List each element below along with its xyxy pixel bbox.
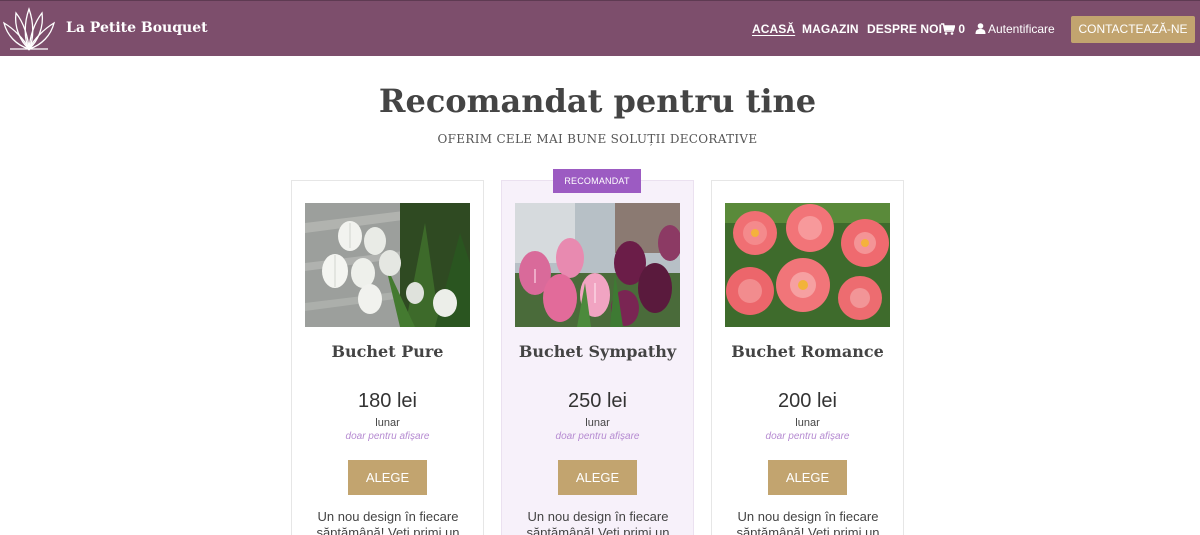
product-description: Un nou design în fiecare săptămână! Veți… xyxy=(316,509,460,535)
price-period: lunar xyxy=(375,417,400,429)
product-title: Buchet Pure xyxy=(331,342,444,361)
product-image-pink-tulips xyxy=(515,203,680,327)
choose-button[interactable]: ALEGE xyxy=(768,460,847,495)
product-price: 180 lei xyxy=(358,390,417,412)
product-card-romance: Buchet Romance 200 lei lunar doar pentru… xyxy=(711,180,904,535)
nav-link-home[interactable]: ACASĂ xyxy=(752,22,795,36)
nav-link-about[interactable]: DESPRE NOI xyxy=(867,22,942,36)
user-icon xyxy=(975,23,986,34)
display-only-note: doar pentru afișare xyxy=(555,431,640,442)
product-card-sympathy: Buchet Sympathy 250 lei lunar doar pentr… xyxy=(501,180,694,535)
product-description: Un nou design în fiecare săptămână! Veți… xyxy=(736,509,880,535)
brand-name[interactable]: La Petite Bouquet xyxy=(66,20,208,36)
product-price: 200 lei xyxy=(778,390,837,412)
contact-button[interactable]: CONTACTEAZĂ-NE xyxy=(1071,16,1195,43)
product-image-coral-peonies xyxy=(725,203,890,327)
choose-button[interactable]: ALEGE xyxy=(348,460,427,495)
display-only-note: doar pentru afișare xyxy=(345,431,430,442)
product-title: Buchet Romance xyxy=(731,342,884,361)
price-period: lunar xyxy=(585,417,610,429)
lotus-flower-icon[interactable] xyxy=(2,5,56,53)
top-navbar: La Petite Bouquet ACASĂ MAGAZIN DESPRE N… xyxy=(0,0,1200,56)
product-description: Un nou design în fiecare săptămână! Veți… xyxy=(526,509,670,535)
section-title: Recomandat pentru tine xyxy=(378,82,817,120)
login-label: Autentificare xyxy=(988,22,1055,36)
recommended-badge: RECOMANDAT xyxy=(553,169,641,193)
product-title: Buchet Sympathy xyxy=(518,342,677,361)
price-period: lunar xyxy=(795,417,820,429)
login-link[interactable]: Autentificare xyxy=(975,22,1055,36)
shopping-cart-icon xyxy=(941,23,956,35)
cart-count: 0 xyxy=(958,22,966,36)
display-only-note: doar pentru afișare xyxy=(765,431,850,442)
cart-button[interactable]: 0 xyxy=(941,22,965,36)
product-card-pure: Buchet Pure 180 lei lunar doar pentru af… xyxy=(291,180,484,535)
product-image-white-tulips xyxy=(305,203,470,327)
nav-link-shop[interactable]: MAGAZIN xyxy=(802,22,859,36)
product-price: 250 lei xyxy=(568,390,627,412)
section-subtitle: OFERIM CELE MAI BUNE SOLUȚII DECORATIVE xyxy=(437,132,758,146)
choose-button[interactable]: ALEGE xyxy=(558,460,637,495)
